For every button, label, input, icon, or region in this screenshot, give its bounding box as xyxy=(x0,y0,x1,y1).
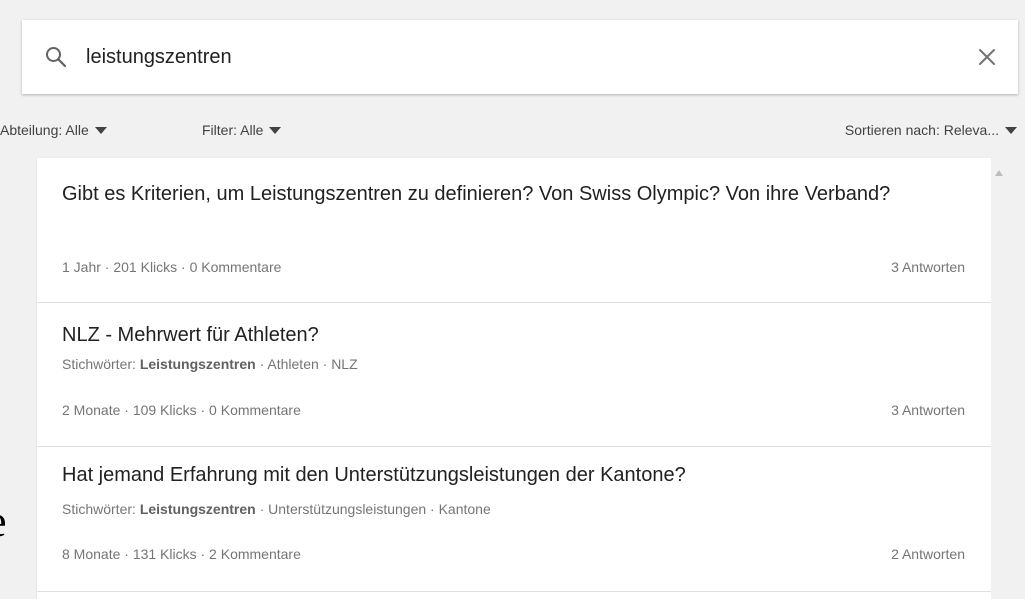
list-item[interactable]: NLZ - Mehrwert für Athleten? Stichwörter… xyxy=(37,303,991,447)
result-tags: Stichwörter: Leistungszentren · Unterstü… xyxy=(62,501,491,517)
close-icon[interactable] xyxy=(976,46,998,68)
tags-rest: · Athleten · NLZ xyxy=(255,356,358,372)
scroll-up-arrow-icon[interactable] xyxy=(995,170,1003,176)
edge-text-fragment: e xyxy=(0,500,7,544)
tags-rest: · Unterstützungsleistungen · Kantone xyxy=(255,501,491,517)
result-meta: 1 Jahr · 201 Klicks · 0 Kommentare xyxy=(62,259,282,275)
department-filter-dropdown[interactable]: Abteilung: Alle xyxy=(0,122,107,138)
sort-label: Sortieren nach: Releva... xyxy=(844,122,999,138)
caret-down-icon xyxy=(269,127,282,134)
result-answer-count: 3 Antworten xyxy=(891,259,965,275)
search-input[interactable] xyxy=(86,42,946,72)
page: Abteilung: Alle Filter: Alle Sortieren n… xyxy=(0,0,1025,599)
result-title[interactable]: Hat jemand Erfahrung mit den Unterstützu… xyxy=(62,460,962,490)
sort-dropdown[interactable]: Sortieren nach: Releva... xyxy=(845,122,1017,138)
result-title[interactable]: Gibt es Kriterien, um Leistungszentren z… xyxy=(62,179,962,209)
tags-prefix: Stichwörter: xyxy=(62,501,140,517)
list-item[interactable]: Hat jemand Erfahrung mit den Unterstützu… xyxy=(37,447,991,592)
result-tags: Stichwörter: Leistungszentren · Athleten… xyxy=(62,356,358,372)
result-title[interactable]: NLZ - Mehrwert für Athleten? xyxy=(62,320,962,350)
caret-down-icon xyxy=(94,127,107,134)
tag-highlight[interactable]: Leistungszentren xyxy=(140,501,256,517)
result-meta: 8 Monate · 131 Klicks · 2 Kommentare xyxy=(62,546,301,562)
filters-bar: Abteilung: Alle Filter: Alle Sortieren n… xyxy=(0,116,1025,146)
list-item[interactable]: Gibt es Kriterien, um Leistungszentren z… xyxy=(37,158,991,303)
filter-dropdown[interactable]: Filter: Alle xyxy=(202,122,282,138)
search-icon[interactable] xyxy=(44,45,68,69)
scrollbar[interactable] xyxy=(991,158,1007,599)
search-bar xyxy=(22,20,1018,94)
tags-prefix: Stichwörter: xyxy=(62,356,140,372)
result-meta: 2 Monate · 109 Klicks · 0 Kommentare xyxy=(62,402,301,418)
results-list: Gibt es Kriterien, um Leistungszentren z… xyxy=(37,158,991,599)
caret-down-icon xyxy=(1005,127,1017,134)
result-answer-count: 3 Antworten xyxy=(891,402,965,418)
tag-highlight[interactable]: Leistungszentren xyxy=(140,356,256,372)
filter-label: Filter: Alle xyxy=(202,122,264,138)
department-filter-label: Abteilung: Alle xyxy=(0,122,89,138)
result-answer-count: 2 Antworten xyxy=(891,546,965,562)
